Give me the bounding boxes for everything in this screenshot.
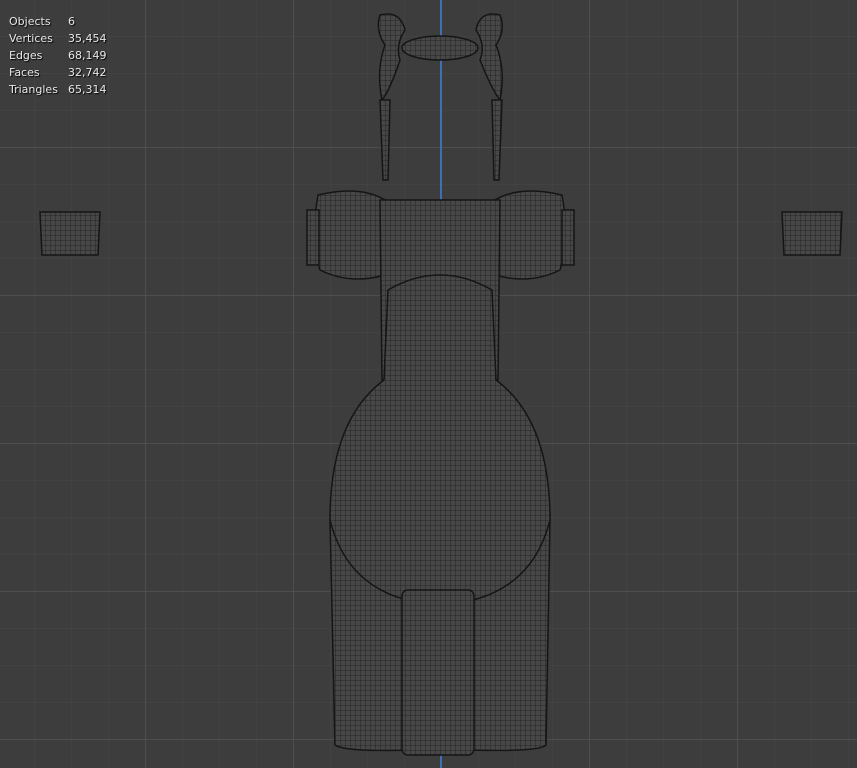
stat-value: 35,454 [68,32,107,45]
stat-label: Vertices [9,32,53,45]
earring-right [491,99,503,181]
sleeve-right [494,190,567,280]
sleeve-band-right [561,209,575,266]
stat-objects: Objects 6 [9,13,107,30]
stat-label: Triangles [9,83,58,96]
sleeve-left [313,190,386,280]
stat-value: 68,149 [68,49,107,62]
headpiece-center [401,35,479,61]
headpiece-right-horn [475,13,503,102]
apron-sash [401,589,475,756]
stat-faces: Faces 32,742 [9,64,107,81]
stat-edges: Edges 68,149 [9,47,107,64]
stat-value: 6 [68,15,75,28]
earring-left [379,99,391,181]
stat-label: Faces [9,66,40,79]
stat-vertices: Vertices 35,454 [9,30,107,47]
stat-label: Objects [9,15,51,28]
cuff-left [39,211,101,256]
stat-triangles: Triangles 65,314 [9,81,107,98]
wireframe-mesh[interactable] [0,0,857,768]
headpiece-left-horn [377,13,406,102]
cuff-right [781,211,843,256]
sleeve-band-left [306,209,320,266]
stat-value: 32,742 [68,66,107,79]
stat-value: 65,314 [68,83,107,96]
apron [329,274,551,606]
scene-statistics: Objects 6 Vertices 35,454 Edges 68,149 Face… [9,13,107,98]
stat-label: Edges [9,49,43,62]
